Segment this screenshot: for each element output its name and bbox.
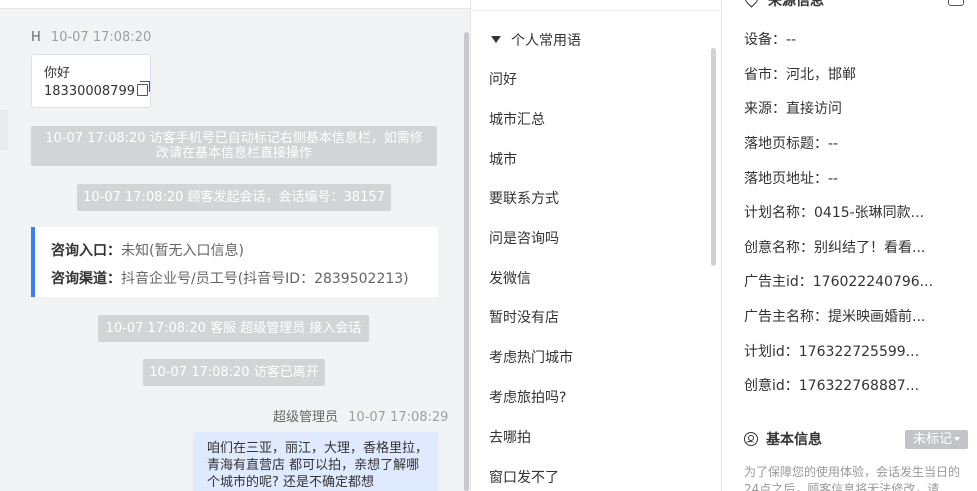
message-sender: H [31,30,41,45]
info-row-device: 设备：-- [744,32,797,48]
info-row-plan-name: 计划名称：0415-张琳同款... [744,205,925,221]
phrase-item[interactable]: 问好 [489,69,517,89]
message-phone[interactable]: 18330008799 [44,84,135,99]
caret-down-icon [954,437,960,441]
consult-channel-value: 抖音企业号/员工号(抖音号ID：2839502213) [121,271,409,287]
reply-meta: 超级管理员 10-07 17:08:29 [273,406,448,425]
system-notice: 10-07 17:08:20 客服 超级管理员 接入会话 [98,315,369,342]
system-notice: 10-07 17:08:20 访客手机号已自动标记右侧基本信息栏，如需修改请在基… [31,126,437,166]
mark-status-dropdown[interactable]: 未标记 [905,430,968,449]
chat-top-bar [0,0,470,9]
phrase-item[interactable]: 问是咨询吗 [489,228,559,248]
phrase-item[interactable]: 考虑旅拍吗? [489,387,566,407]
message-time: 10-07 17:08:20 [50,30,152,45]
info-row-advertiser-name: 广告主名称：提米映画婚前... [744,309,926,325]
visitor-message: 你好 18330008799 [31,54,151,108]
consult-channel-label: 咨询渠道： [51,271,121,287]
phrase-group-header[interactable]: 个人常用语 [491,30,581,50]
message-line: 你好 [44,66,71,81]
phrase-item[interactable]: 去哪拍 [489,427,531,447]
phrase-item[interactable]: 城市 [489,149,517,169]
basic-info-label: 基本信息 [766,432,822,448]
basic-info-title: 基本信息 [744,429,822,449]
agent-reply-message: 咱们在三亚，丽江，大理，香格里拉，青海有直营店 都可以拍，亲想了解哪个城市的呢?… [193,432,438,491]
user-circle-icon [744,432,758,446]
phrase-item[interactable]: 城市汇总 [489,109,545,129]
consult-info-card: 咨询入口：未知(暂无入口信息) 咨询渠道：抖音企业号/员工号(抖音号ID：283… [31,227,438,297]
phrases-panel: 个人常用语 问好 城市汇总 城市 要联系方式 问是咨询吗 发微信 暂时没有店 考… [470,0,722,491]
info-row-landing-url: 落地页地址：-- [744,171,839,187]
consult-entry-label: 咨询入口： [51,243,121,259]
info-row-landing-title: 落地页标题：-- [744,136,839,152]
chat-left-edge [0,110,8,150]
phrase-item[interactable]: 要联系方式 [489,188,559,208]
phrase-item[interactable]: 窗口发不了 [489,467,559,487]
info-panel: 来源信息 设备：-- 省市：河北，邯郸 来源：直接访问 落地页标题：-- 落地页… [722,0,977,491]
info-row-region: 省市：河北，邯郸 [744,67,856,83]
info-row-creative-name: 创意名称：别纠结了！看看... [744,240,926,256]
reply-sender: 超级管理员 [273,410,339,425]
chat-panel: H 10-07 17:08:20 你好 18330008799 10-07 17… [0,0,470,491]
caret-down-icon [491,36,501,43]
basic-info-notice: 为了保障您的使用体验，会话发生当日的24点之后，顾客信息将无法修改，请 [744,465,961,491]
system-notice: 10-07 17:08:20 顾客发起会话，会话编号：38157 [77,184,391,211]
phrases-top-bar [471,0,721,11]
info-row-creative-id: 创意id：176322768887... [744,378,920,394]
phrase-item[interactable]: 暂时没有店 [489,307,559,327]
copy-icon[interactable] [136,81,150,96]
reply-time: 10-07 17:08:29 [348,410,449,425]
consult-entry-value: 未知(暂无入口信息) [121,243,244,259]
phrase-item[interactable]: 发微信 [489,268,531,288]
message-meta: H 10-07 17:08:20 [31,30,151,45]
info-row-advertiser-id: 广告主id：176022240796... [744,274,934,290]
info-row-source: 来源：直接访问 [744,101,842,117]
phrase-item[interactable]: 考虑热门城市 [489,347,573,367]
phrases-scrollbar[interactable] [711,48,716,266]
source-info-title: 来源信息 [768,0,824,9]
system-notice: 10-07 17:08:20 访客已离开 [143,359,325,386]
chat-scrollbar[interactable] [464,32,469,491]
mark-status-label: 未标记 [912,432,952,447]
info-row-plan-id: 计划id：176322725599... [744,344,920,360]
phrase-group-title: 个人常用语 [511,33,581,49]
edit-icon[interactable] [948,0,964,6]
